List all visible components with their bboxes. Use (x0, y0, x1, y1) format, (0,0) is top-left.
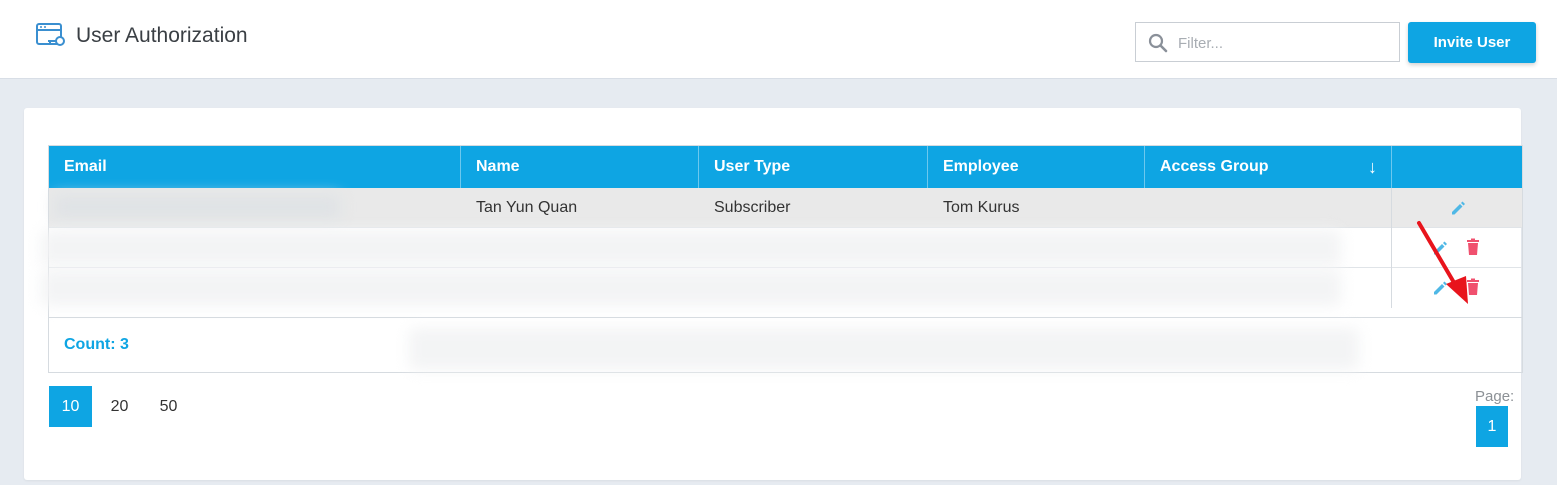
invite-user-button[interactable]: Invite User (1408, 22, 1536, 63)
table-row[interactable] (41, 228, 1522, 268)
page-button[interactable]: 1 (1476, 406, 1508, 447)
column-header-employee[interactable]: Employee (928, 146, 1145, 188)
users-card: Email Name User Type Employee Access Gro… (24, 108, 1523, 480)
column-header-user-type[interactable]: User Type (699, 146, 928, 188)
sort-descending-icon[interactable]: ↓ (1368, 146, 1377, 188)
table-row[interactable]: Tan Yun Quan Subscriber Tom Kurus (49, 188, 1522, 228)
column-header-actions (1392, 146, 1522, 188)
redacted-email (53, 194, 341, 220)
search-icon (1148, 33, 1168, 53)
column-header-access-group[interactable]: Access Group ↓ (1145, 146, 1392, 188)
page-size-option[interactable]: 50 (147, 386, 190, 427)
edit-pencil-icon[interactable] (1450, 198, 1466, 216)
cell-email (49, 188, 461, 228)
row-count: Count: 3 (64, 336, 129, 353)
column-header-name[interactable]: Name (461, 146, 699, 188)
users-table: Email Name User Type Employee Access Gro… (41, 145, 1523, 373)
page-label: Page: (1475, 388, 1515, 405)
filter-field[interactable] (1135, 22, 1400, 62)
top-bar: User Authorization Invite User (0, 0, 1557, 79)
user-key-icon (36, 23, 65, 46)
page-size-option[interactable]: 20 (98, 386, 141, 427)
column-header-email[interactable]: Email (49, 146, 461, 188)
table-header: Email Name User Type Employee Access Gro… (49, 146, 1522, 188)
annotation-arrow-icon (1417, 221, 1468, 304)
filter-input[interactable] (1176, 29, 1390, 57)
table-row[interactable] (41, 268, 1522, 308)
cell-employee: Tom Kurus (943, 199, 1020, 216)
page-size-option[interactable]: 10 (49, 386, 92, 427)
cell-access-group (1145, 188, 1392, 228)
cell-name: Tan Yun Quan (476, 199, 578, 216)
redacted-row-content (41, 270, 1341, 306)
redacted-footer-content (409, 328, 1359, 370)
cell-user-type: Subscriber (714, 199, 791, 216)
page-title: User Authorization (76, 24, 248, 47)
redacted-row-content (41, 230, 1341, 266)
table-footer: Count: 3 (49, 317, 1522, 372)
